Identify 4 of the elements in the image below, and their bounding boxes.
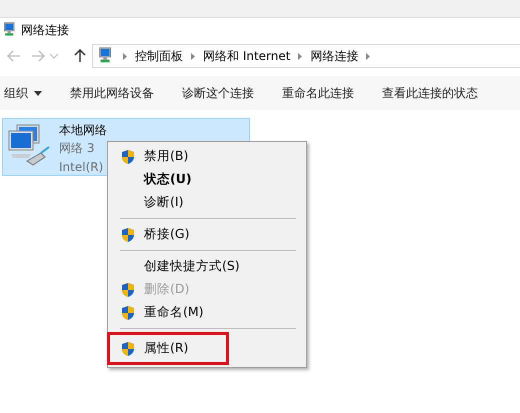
connection-name: 本地网络 xyxy=(59,122,107,139)
adapter-name: Intel(R) xyxy=(59,159,104,176)
window-title: 网络连接 xyxy=(21,22,69,39)
network-name: 网络 3 xyxy=(59,140,96,157)
